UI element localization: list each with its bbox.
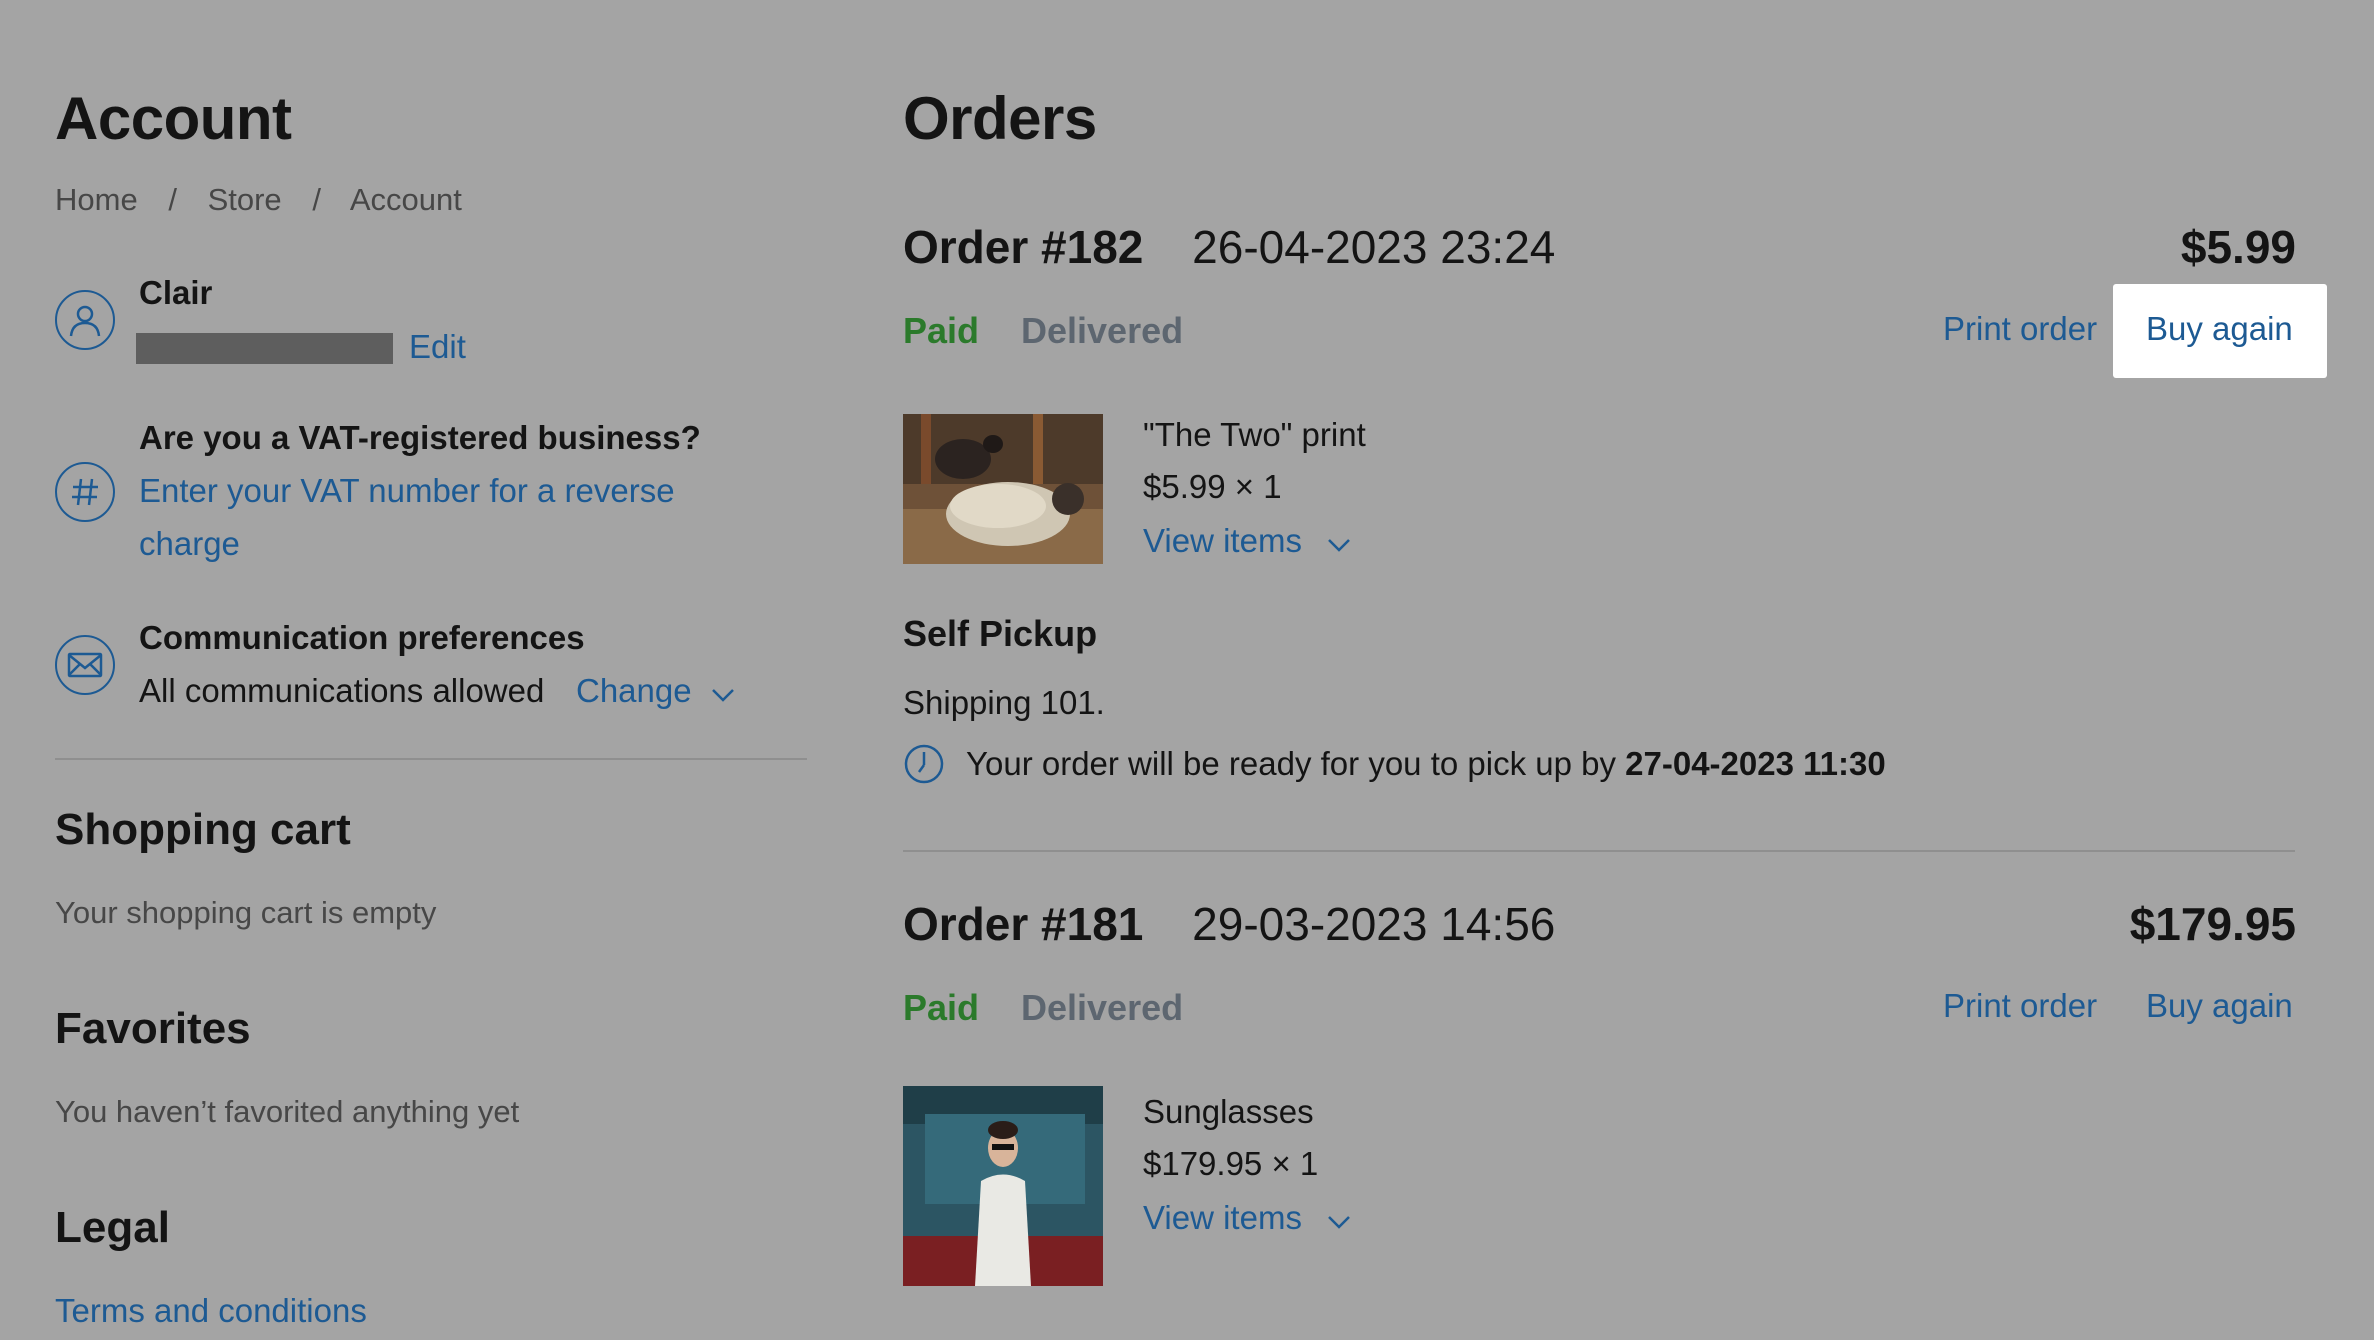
user-name: Clair [139,274,213,311]
breadcrumb-home[interactable]: Home [55,182,138,217]
item-name: "The Two" print [1143,416,1366,453]
view-items-label: View items [1143,1199,1302,1236]
orders-title: Orders [903,85,1097,152]
shopping-cart-title: Shopping cart [55,805,351,854]
shopping-cart-empty-text: Your shopping cart is empty [55,895,437,930]
edit-user-link[interactable]: Edit [409,328,466,366]
pickup-notice: Your order will be ready for you to pick… [966,745,1886,783]
hash-icon [55,462,115,522]
buy-again-button[interactable]: Buy again [2146,310,2293,348]
chevron-down-icon [711,689,734,702]
account-divider [55,758,807,760]
print-order-button[interactable]: Print order [1943,310,2097,348]
pickup-time: 27-04-2023 11:30 [1625,745,1886,782]
favorites-empty-text: You haven’t favorited anything yet [55,1094,520,1129]
order-divider [903,850,2295,852]
payment-status-badge: Paid [903,987,980,1028]
communication-status: All communications allowed [139,672,545,709]
redacted-email [136,333,393,364]
chevron-down-icon [1328,1216,1351,1229]
legal-title: Legal [55,1203,170,1252]
envelope-icon [55,635,115,695]
order-header: Order #181 29-03-2023 14:56 [903,897,1555,951]
chevron-down-icon [1328,539,1351,552]
item-price: $179.95 × 1 [1143,1145,1319,1182]
order-total: $5.99 [2180,221,2296,273]
item-price: $5.99 × 1 [1143,468,1282,505]
change-communication-button[interactable]: Change [576,672,735,710]
print-order-button[interactable]: Print order [1943,987,2097,1025]
pickup-notice-text: Your order will be ready for you to pick… [966,745,1616,782]
pickup-title: Self Pickup [903,613,1098,654]
shipping-text: Shipping 101. [903,684,1105,721]
delivery-status-badge: Delivered [1021,310,1184,351]
order-number: Order #181 [903,898,1144,950]
breadcrumb-store[interactable]: Store [208,182,282,217]
product-thumbnail-sunglasses [903,1086,1103,1286]
order-total: $179.95 [2129,898,2296,950]
order-date: 29-03-2023 14:56 [1192,898,1556,950]
view-items-button[interactable]: View items [1143,522,1351,560]
clock-icon [903,743,945,785]
breadcrumb-account: Account [349,182,462,217]
payment-status-badge: Paid [903,310,980,351]
vat-question: Are you a VAT-registered business? [139,419,701,456]
change-label: Change [576,672,692,709]
view-items-button[interactable]: View items [1143,1199,1351,1237]
order-number: Order #182 [903,221,1144,273]
delivery-status-badge: Delivered [1021,987,1184,1028]
order-date: 26-04-2023 23:24 [1192,221,1556,273]
buy-again-button[interactable]: Buy again [2146,987,2293,1025]
user-icon [55,290,115,350]
order-header: Order #182 26-04-2023 23:24 [903,220,1555,274]
favorites-title: Favorites [55,1004,251,1053]
breadcrumb: Home / Store / Account [55,182,462,218]
communication-title: Communication preferences [139,619,585,656]
view-items-label: View items [1143,522,1302,559]
account-title: Account [55,85,292,152]
terms-link[interactable]: Terms and conditions [55,1292,367,1330]
vat-link-line1[interactable]: Enter your VAT number for a reverse [139,472,675,510]
product-thumbnail-sheep [903,414,1103,564]
item-name: Sunglasses [1143,1093,1314,1130]
breadcrumb-separator: / [168,182,177,217]
breadcrumb-separator: / [312,182,321,217]
vat-link-line2[interactable]: charge [139,525,240,563]
